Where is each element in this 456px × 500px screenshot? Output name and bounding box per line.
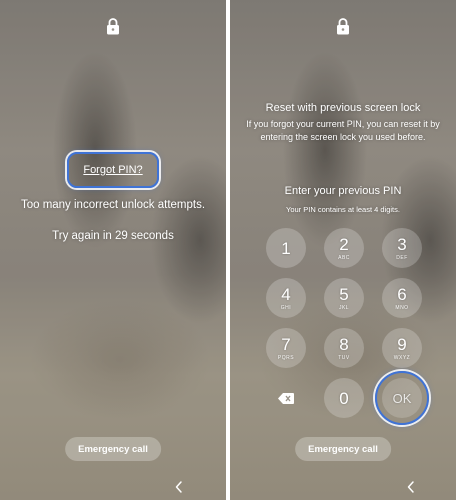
emergency-call-button[interactable]: Emergency call (295, 437, 391, 461)
key-0[interactable]: 0 (324, 378, 364, 418)
key-1[interactable]: 1 (266, 228, 306, 268)
retry-countdown: Try again in 29 seconds (52, 230, 174, 242)
lock-icon (337, 18, 349, 35)
comparison-stage: Forgot PIN? Too many incorrect unlock at… (0, 0, 456, 500)
ok-button[interactable]: OK (382, 378, 422, 418)
pin-prompt: Enter your previous PIN (284, 185, 402, 197)
attempts-message: Too many incorrect unlock attempts. (20, 199, 206, 211)
key-3[interactable]: 3 DEF (382, 228, 422, 268)
back-chevron-icon[interactable] (174, 480, 184, 494)
emergency-call-button[interactable]: Emergency call (65, 437, 161, 461)
forgot-pin-highlight: Forgot PIN? (67, 152, 159, 188)
forgot-pin-link[interactable]: Forgot PIN? (83, 164, 142, 176)
lock-icon (107, 18, 119, 35)
backspace-button[interactable] (266, 378, 306, 418)
reset-description: If you forgot your current PIN, you can … (246, 119, 440, 142)
key-8[interactable]: 8 TUV (324, 328, 364, 368)
pin-hint: Your PIN contains at least 4 digits. (286, 205, 400, 214)
key-5[interactable]: 5 JKL (324, 278, 364, 318)
key-9[interactable]: 9 WXYZ (382, 328, 422, 368)
back-chevron-icon[interactable] (406, 480, 416, 494)
reset-pin-screen: Reset with previous screen lock If you f… (230, 0, 456, 500)
backspace-icon (278, 392, 294, 404)
key-2[interactable]: 2 ABC (324, 228, 364, 268)
reset-title: Reset with previous screen lock (265, 102, 421, 114)
lockout-screen: Forgot PIN? Too many incorrect unlock at… (0, 0, 226, 500)
key-7[interactable]: 7 PQRS (266, 328, 306, 368)
key-4[interactable]: 4 GHI (266, 278, 306, 318)
key-6[interactable]: 6 MNO (382, 278, 422, 318)
